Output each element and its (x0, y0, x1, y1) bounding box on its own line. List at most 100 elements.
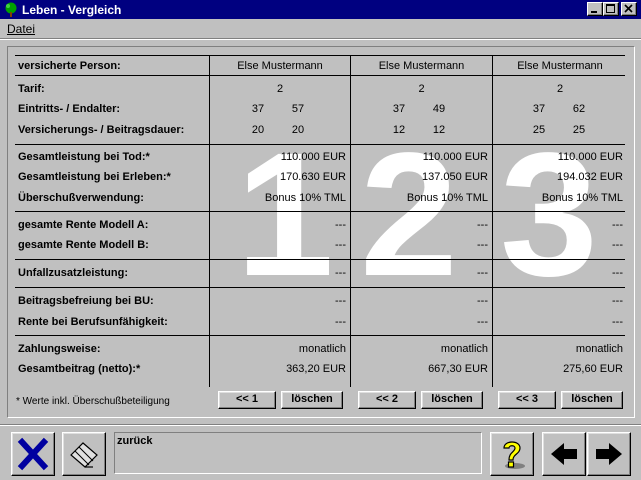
label-dauer: Versicherungs- / Beitragsdauer: (18, 124, 185, 136)
column3-delete-button[interactable]: löschen (561, 391, 623, 409)
label-rente-b: gesamte Rente Modell B: (18, 239, 149, 251)
back-button[interactable] (542, 432, 586, 476)
close-window-button[interactable] (621, 2, 637, 16)
close-icon (624, 4, 633, 13)
row-divider (15, 211, 625, 212)
column1-nav-button[interactable]: << 1 (218, 391, 276, 409)
column2-nav-button[interactable]: << 2 (358, 391, 416, 409)
col3-person: Else Mustermann (517, 60, 603, 72)
col1-endalter: 57 (291, 103, 305, 115)
label-ueberschuss: Überschußverwendung: (18, 192, 144, 204)
menu-bar: Datei (0, 19, 641, 38)
minimize-icon (591, 11, 597, 13)
col2-unfall: --- (477, 267, 488, 279)
row-divider (15, 75, 625, 76)
label-person: versicherte Person: (18, 60, 121, 72)
col2-beitragsbefreiung: --- (477, 295, 488, 307)
label-unfall: Unfallzusatzleistung: (18, 267, 129, 279)
col2-eintritt: 37 (392, 103, 406, 115)
title-bar[interactable]: Leben - Vergleich (0, 0, 641, 19)
question-mark-icon (503, 441, 525, 469)
footnote: * Werte inkl. Überschußbeteiligung (16, 396, 170, 407)
arrow-left-icon (551, 443, 577, 465)
row-divider (15, 55, 625, 56)
arrow-right-icon (596, 443, 622, 465)
col3-zahlungsweise: monatlich (575, 343, 623, 355)
toolbar-separator (0, 424, 641, 426)
col1-gesamtbeitrag: 363,20 EUR (286, 363, 346, 375)
col2-rente-a: --- (477, 219, 488, 231)
col3-tod: 110.000 EUR (557, 151, 623, 163)
maximize-icon (606, 4, 615, 13)
label-beitragsbefreiung: Beitragsbefreiung bei BU: (18, 295, 154, 307)
row-divider (15, 335, 625, 336)
tool-button[interactable] (62, 432, 106, 476)
col1-erleben: 170.630 EUR (279, 171, 346, 183)
col3-unfall: --- (612, 267, 623, 279)
col2-versdauer: 12 (392, 124, 406, 136)
col2-zahlungsweise: monatlich (440, 343, 488, 355)
col1-beitragsdauer: 20 (291, 124, 305, 136)
col1-person: Else Mustermann (237, 60, 323, 72)
eraser-icon (70, 442, 98, 468)
col2-tod: 110.000 EUR (422, 151, 488, 163)
column2-delete-button[interactable]: löschen (421, 391, 483, 409)
x-close-icon (17, 437, 49, 471)
status-box: zurück (114, 432, 482, 474)
col2-ueberschuss: Bonus 10% TML (406, 192, 488, 204)
minimize-button[interactable] (587, 2, 603, 16)
col3-erleben: 194.032 EUR (556, 171, 623, 183)
forward-button[interactable] (587, 432, 631, 476)
col3-versdauer: 25 (532, 124, 546, 136)
col1-rente-a: --- (335, 219, 346, 231)
col2-gesamtbeitrag: 667,30 EUR (428, 363, 488, 375)
column3-nav-button[interactable]: << 3 (498, 391, 556, 409)
col1-rente-b: --- (335, 239, 346, 251)
col2-erleben: 137.050 EUR (421, 171, 488, 183)
col1-unfall: --- (335, 267, 346, 279)
label-zahlungsweise: Zahlungsweise: (18, 343, 101, 355)
tree-icon (5, 2, 17, 17)
col3-beitragsbefreiung: --- (612, 295, 623, 307)
label-gesamtbeitrag: Gesamtbeitrag (netto):* (18, 363, 141, 375)
close-button[interactable] (11, 432, 55, 476)
col3-endalter: 62 (572, 103, 586, 115)
col1-zahlungsweise: monatlich (298, 343, 346, 355)
label-rente-a: gesamte Rente Modell A: (18, 219, 149, 231)
col1-rente-bu: --- (335, 316, 346, 328)
col3-rente-b: --- (612, 239, 623, 251)
col2-rente-b: --- (477, 239, 488, 251)
label-tarif: Tarif: (18, 83, 45, 95)
col1-ueberschuss: Bonus 10% TML (264, 192, 346, 204)
col3-rente-a: --- (612, 219, 623, 231)
col1-beitragsbefreiung: --- (335, 295, 346, 307)
col3-rente-bu: --- (612, 316, 623, 328)
maximize-button[interactable] (603, 2, 619, 16)
col2-person: Else Mustermann (378, 60, 465, 72)
col3-eintritt: 37 (532, 103, 546, 115)
col3-gesamtbeitrag: 275,60 EUR (563, 363, 623, 375)
col3-ueberschuss: Bonus 10% TML (541, 192, 623, 204)
label-rente-bu: Rente bei Berufsunfähigkeit: (18, 316, 168, 328)
col2-rente-bu: --- (477, 316, 488, 328)
row-divider (15, 287, 625, 288)
row-divider (15, 144, 625, 145)
col2-tarif: 2 (418, 83, 425, 95)
column1-delete-button[interactable]: löschen (281, 391, 343, 409)
window-title: Leben - Vergleich (22, 3, 122, 17)
comparison-panel: 1 2 3 versicherte Person: Tarif: Eintrit… (7, 46, 635, 418)
col1-tod: 110.000 EUR (280, 151, 346, 163)
menu-datei[interactable]: Datei (7, 22, 35, 36)
help-button[interactable] (490, 432, 534, 476)
label-tod: Gesamtleistung bei Tod:* (18, 151, 150, 163)
col1-versdauer: 20 (251, 124, 265, 136)
col3-beitragsdauer: 25 (572, 124, 586, 136)
row-divider (15, 259, 625, 260)
col2-beitragsdauer: 12 (432, 124, 446, 136)
col1-eintritt: 37 (251, 103, 265, 115)
status-text: zurück (117, 435, 153, 447)
label-eintritt: Eintritts- / Endalter: (18, 103, 121, 115)
col2-endalter: 49 (432, 103, 446, 115)
menu-separator (0, 38, 641, 40)
col1-tarif: 2 (276, 83, 284, 95)
